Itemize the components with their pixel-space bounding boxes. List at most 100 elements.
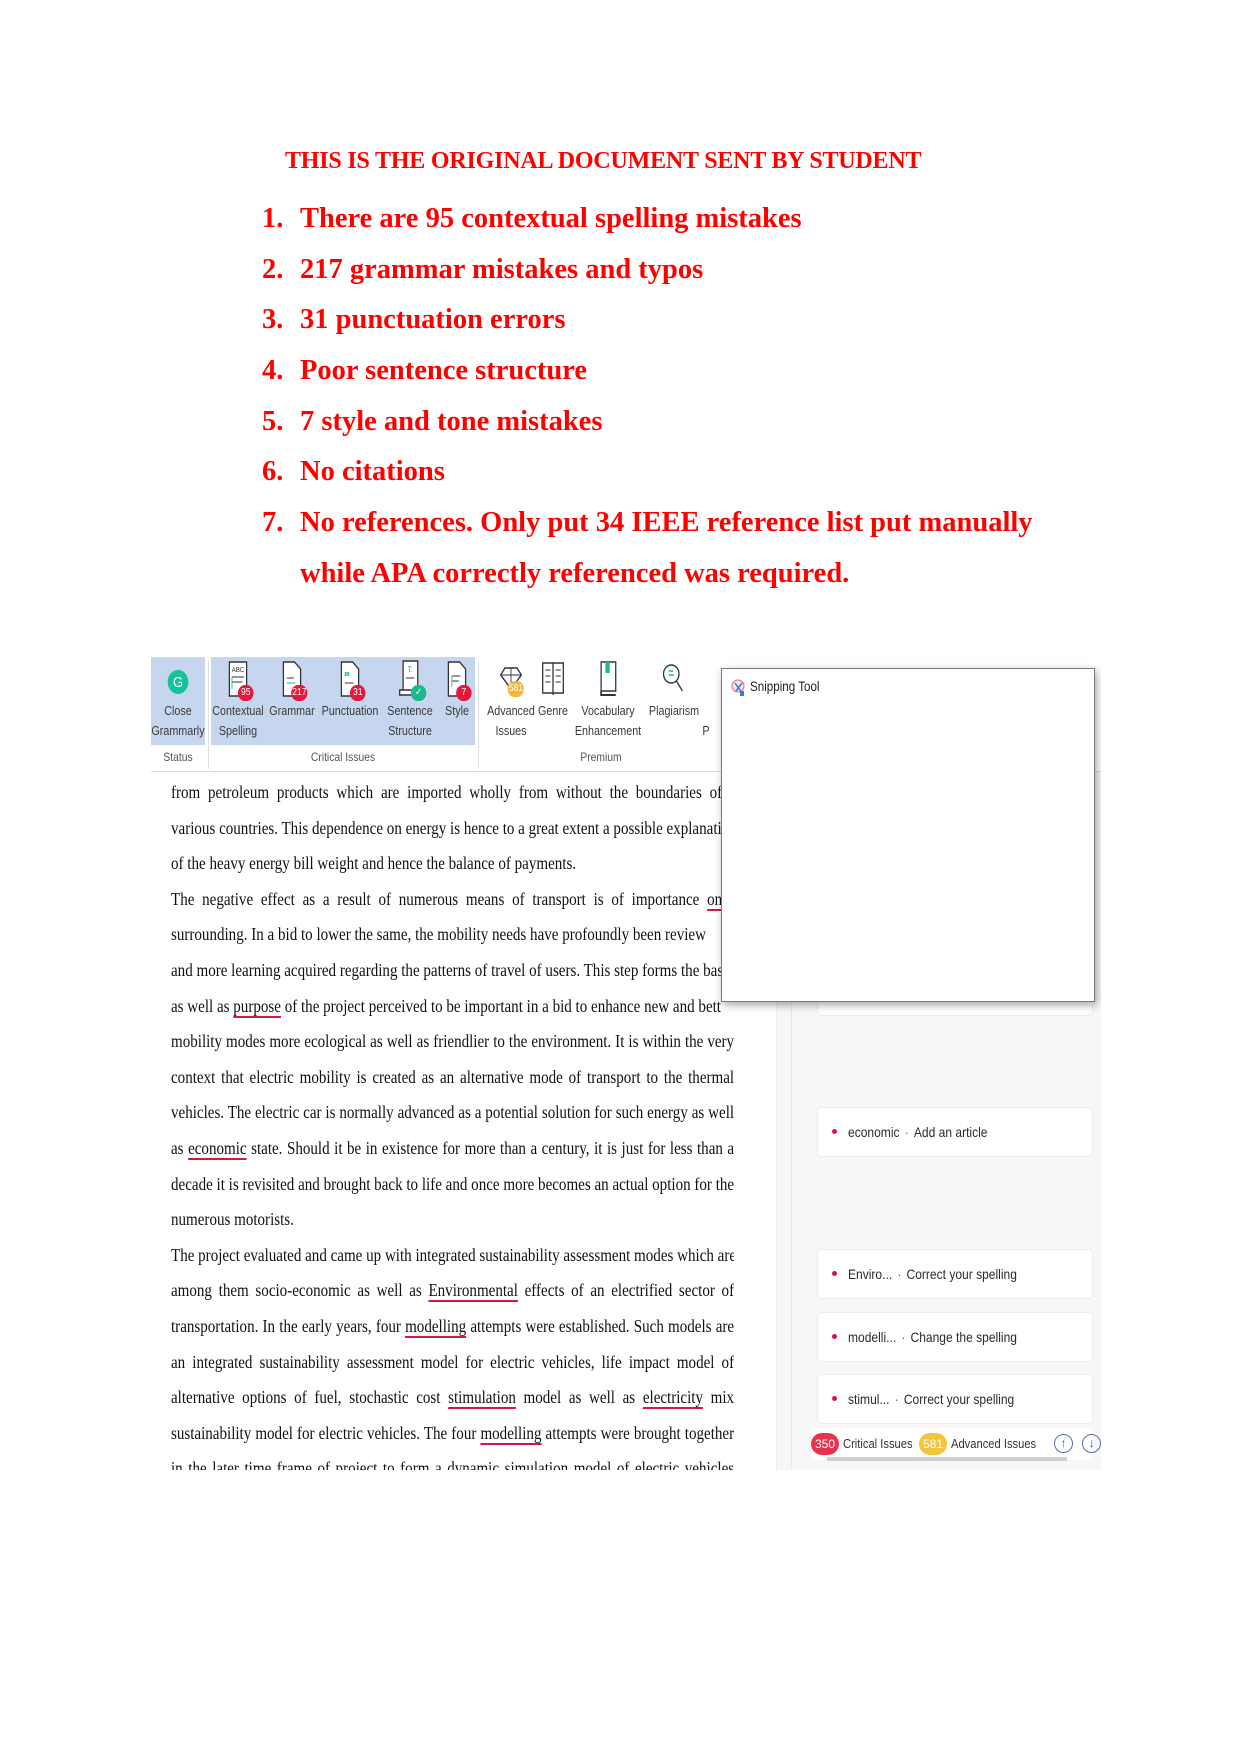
diamond-icon: 581 [499, 659, 524, 699]
critical-issues-group-label: Critical Issues [310, 750, 376, 764]
issue-dot-icon [832, 1334, 837, 1339]
button-label: Sentence [387, 704, 433, 718]
button-label: Structure [388, 724, 432, 738]
button-label: P [702, 724, 710, 738]
advanced-issues-label[interactable]: Advanced Issues [951, 1433, 1036, 1455]
document-line: among them socio-economic as well as Env… [171, 1273, 734, 1309]
issue-text: 7 style and tone mistakes [300, 405, 603, 437]
flagged-word[interactable]: project [336, 1458, 378, 1470]
line-text: transportation. In the early years, four [171, 1315, 406, 1336]
punctuation-count-badge: 31 [350, 685, 366, 701]
document-line: of the heavy energy bill weight and henc… [171, 853, 577, 874]
flagged-word[interactable]: economic [188, 1138, 247, 1158]
snipping-tool-icon [731, 679, 747, 697]
issue-text: while APA correctly referenced was requi… [300, 557, 850, 589]
document-line: from petroleum products which are import… [171, 782, 734, 802]
issue-text: 217 grammar mistakes and typos [300, 253, 704, 285]
line-text: attempts were brought together [541, 1422, 734, 1443]
flagged-word[interactable]: modelling [405, 1316, 466, 1336]
document-line: transportation. In the early years, four… [171, 1309, 734, 1345]
grammarly-screenshot: G Close Grammarly ABC 95 Contextual Spel… [151, 655, 1101, 1470]
document-line: sustainability model for electric vehicl… [171, 1416, 734, 1452]
document-line: as economic state. Should it be in exist… [171, 1131, 734, 1167]
flagged-word[interactable]: electricity [643, 1387, 703, 1407]
issue-text: There are 95 contextual spelling mistake… [300, 203, 802, 234]
style-button[interactable]: 7 Style [442, 659, 473, 721]
advanced-count-badge[interactable]: 581 [919, 1433, 948, 1455]
line-text: attempts were established. Such models a… [466, 1315, 734, 1336]
button-label: Spelling [218, 724, 258, 738]
flagged-word[interactable]: purpose [233, 996, 281, 1016]
suggestion-word: Enviro... [848, 1266, 893, 1282]
suggestion-action: Add an article [913, 1124, 988, 1140]
document-line: surrounding. In a bid to lower the same,… [171, 924, 706, 945]
document-heading: THIS IS THE ORIGINAL DOCUMENT SENT BY ST… [285, 148, 922, 174]
snipping-tool-title: Snipping Tool [750, 679, 820, 694]
issue-number: 4. [262, 355, 284, 387]
flagged-word[interactable]: modelling [480, 1423, 541, 1443]
document-line: an integrated sustainability assessment … [171, 1351, 734, 1372]
flagged-word[interactable]: Environmental [428, 1280, 517, 1300]
button-label: Punctuation [321, 704, 379, 718]
punctuation-button[interactable]: 31 Punctuation [320, 659, 380, 721]
issue-number: 7. [262, 507, 284, 539]
suggestion-action: Correct your spelling [906, 1266, 1017, 1282]
button-label: Issues [495, 724, 527, 738]
flagged-word[interactable]: on [707, 889, 722, 909]
abc-document-icon: ABC 95 [228, 659, 254, 701]
line-text: mix [703, 1387, 734, 1408]
suggestion-card[interactable]: modelli... · Change the spelling [817, 1312, 1093, 1362]
critical-count-badge[interactable]: 350 [811, 1433, 840, 1455]
line-text: alternative options of fuel, stochastic … [171, 1387, 449, 1408]
separator: · [901, 1329, 906, 1345]
separator: · [904, 1124, 909, 1140]
flagged-word[interactable]: stimulation [448, 1387, 516, 1407]
document-line: decade it is revisited and brought back … [171, 1173, 734, 1194]
line-text: among them socio-economic as well as [171, 1280, 429, 1301]
line-text: in the later time frame of [171, 1458, 336, 1470]
issue-dot-icon [832, 1271, 837, 1276]
grammar-button[interactable]: 217 Grammar [268, 659, 316, 721]
separator: · [894, 1391, 899, 1407]
cutoff-ribbon-button[interactable]: . P [702, 659, 719, 741]
svg-text:T:: T: [407, 664, 412, 674]
genre-button[interactable]: Genre [536, 659, 570, 721]
button-label: Vocabulary [581, 704, 635, 718]
line-text: effects of an electrified sector of [517, 1280, 734, 1301]
separator: · [897, 1266, 902, 1282]
vocabulary-enhancement-button[interactable]: Vocabulary Enhancement [573, 659, 644, 741]
suggestion-card[interactable]: stimul... · Correct your spelling [817, 1374, 1093, 1424]
contextual-spelling-button[interactable]: ABC 95 Contextual Spelling [211, 659, 264, 741]
line-text: sustainability model for electric vehicl… [171, 1422, 481, 1443]
arrow-down-circle-icon[interactable]: ↓ [1082, 1434, 1101, 1453]
button-label: Contextual [212, 704, 264, 718]
document-body[interactable]: from petroleum products which are import… [171, 775, 734, 1470]
snipping-tool-window[interactable]: Snipping Tool [721, 668, 1095, 1002]
spelling-count-badge: 95 [238, 685, 254, 701]
sentence-structure-button[interactable]: T: ✓ Sentence Structure [383, 659, 436, 741]
advanced-issues-button[interactable]: 581 Advanced Issues [487, 659, 535, 741]
issue-text: 31 punctuation errors [300, 304, 566, 336]
horizontal-scrollbar[interactable] [827, 1457, 1067, 1461]
close-grammarly-button[interactable]: G Close Grammarly [151, 659, 206, 741]
line-text: model as well as [515, 1387, 643, 1408]
status-group-label: Status [163, 750, 193, 764]
sentence-check-badge: ✓ [410, 685, 427, 701]
suggestion-action: Change the spelling [910, 1329, 1017, 1345]
arrow-up-circle-icon[interactable]: ↑ [1054, 1434, 1073, 1453]
suggestion-word: modelli... [848, 1329, 897, 1345]
issue-text: No citations [300, 456, 445, 488]
suggestion-card[interactable]: Enviro... · Correct your spelling [817, 1249, 1093, 1299]
suggestion-card[interactable]: economic · Add an article [817, 1107, 1093, 1157]
critical-issues-label[interactable]: Critical Issues [843, 1433, 913, 1455]
open-book-icon [542, 659, 564, 699]
group-separator [208, 661, 209, 769]
button-label: Style [445, 704, 469, 718]
issue-dot-icon [832, 1396, 837, 1401]
line-text: to form a dynamic simulation model of el… [377, 1458, 734, 1470]
issue-text: Poor sentence structure [300, 355, 588, 387]
style-count-badge: 7 [456, 685, 472, 701]
svg-text:ABC: ABC [232, 667, 245, 675]
plagiarism-button[interactable]: Plagiarism [649, 659, 699, 721]
document-line: numerous motorists. [171, 1209, 294, 1230]
